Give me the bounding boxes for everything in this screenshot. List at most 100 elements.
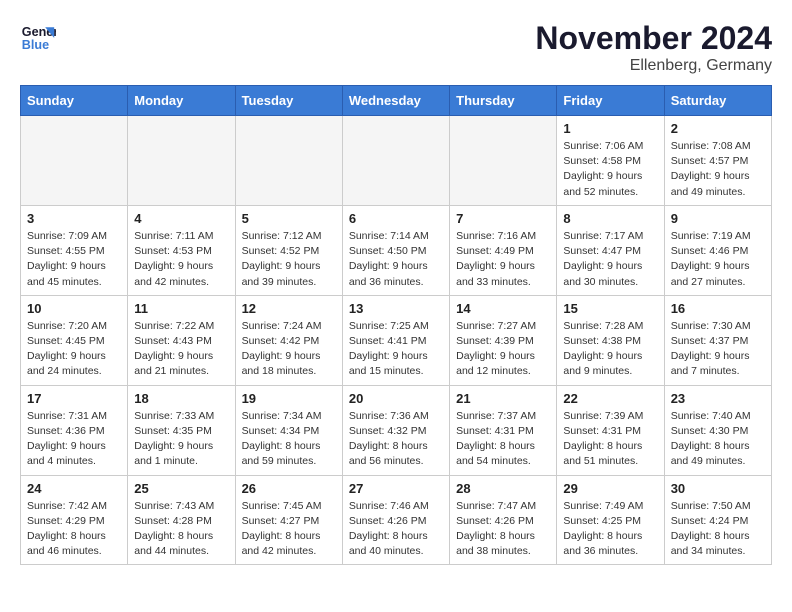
day-info: Sunrise: 7:14 AMSunset: 4:50 PMDaylight:… (349, 229, 443, 290)
day-info: Sunrise: 7:22 AMSunset: 4:43 PMDaylight:… (134, 319, 228, 380)
calendar-week-row: 1 Sunrise: 7:06 AMSunset: 4:58 PMDaylight… (21, 116, 772, 206)
day-info: Sunrise: 7:33 AMSunset: 4:35 PMDaylight:… (134, 409, 228, 470)
day-number: 11 (134, 301, 228, 316)
day-number: 27 (349, 481, 443, 496)
day-number: 9 (671, 211, 765, 226)
calendar-day-cell: 19Sunrise: 7:34 AMSunset: 4:34 PMDayligh… (235, 385, 342, 475)
day-number: 18 (134, 391, 228, 406)
location: Ellenberg, Germany (535, 57, 772, 75)
day-number: 26 (242, 481, 336, 496)
day-info: Sunrise: 7:46 AMSunset: 4:26 PMDaylight:… (349, 499, 443, 560)
weekday-header-cell: Wednesday (342, 86, 449, 116)
day-number: 1 (563, 121, 657, 136)
calendar-day-cell: 12 Sunrise: 7:24 AMSunset: 4:42 PMDayligh… (235, 295, 342, 385)
day-number: 16 (671, 301, 765, 316)
calendar-week-row: 17Sunrise: 7:31 AMSunset: 4:36 PMDayligh… (21, 385, 772, 475)
calendar-day-cell: 6 Sunrise: 7:14 AMSunset: 4:50 PMDaylight… (342, 205, 449, 295)
calendar-day-cell: 23 Sunrise: 7:40 AMSunset: 4:30 PMDayligh… (664, 385, 771, 475)
calendar-day-cell: 26 Sunrise: 7:45 AMSunset: 4:27 PMDayligh… (235, 475, 342, 565)
day-info: Sunrise: 7:27 AMSunset: 4:39 PMDaylight:… (456, 319, 550, 380)
logo-icon: General Blue (20, 20, 56, 56)
day-info: Sunrise: 7:12 AMSunset: 4:52 PMDaylight:… (242, 229, 336, 290)
day-number: 23 (671, 391, 765, 406)
day-number: 5 (242, 211, 336, 226)
day-number: 25 (134, 481, 228, 496)
day-number: 3 (27, 211, 121, 226)
calendar-day-cell: 24Sunrise: 7:42 AMSunset: 4:29 PMDayligh… (21, 475, 128, 565)
calendar-day-cell: 5 Sunrise: 7:12 AMSunset: 4:52 PMDaylight… (235, 205, 342, 295)
day-info: Sunrise: 7:28 AMSunset: 4:38 PMDaylight:… (563, 319, 657, 380)
day-number: 2 (671, 121, 765, 136)
day-info: Sunrise: 7:34 AMSunset: 4:34 PMDaylight:… (242, 409, 336, 470)
day-info: Sunrise: 7:09 AMSunset: 4:55 PMDaylight:… (27, 229, 121, 290)
title-area: November 2024 Ellenberg, Germany (535, 20, 772, 75)
calendar-day-cell (450, 116, 557, 206)
logo: General Blue (20, 20, 56, 56)
day-number: 15 (563, 301, 657, 316)
day-number: 28 (456, 481, 550, 496)
day-number: 24 (27, 481, 121, 496)
day-info: Sunrise: 7:20 AMSunset: 4:45 PMDaylight:… (27, 319, 121, 380)
day-info: Sunrise: 7:43 AMSunset: 4:28 PMDaylight:… (134, 499, 228, 560)
day-info: Sunrise: 7:50 AMSunset: 4:24 PMDaylight:… (671, 499, 765, 560)
calendar-day-cell: 11 Sunrise: 7:22 AMSunset: 4:43 PMDayligh… (128, 295, 235, 385)
weekday-header-cell: Tuesday (235, 86, 342, 116)
day-info: Sunrise: 7:06 AMSunset: 4:58 PMDaylight:… (563, 139, 657, 200)
calendar-day-cell: 29Sunrise: 7:49 AMSunset: 4:25 PMDayligh… (557, 475, 664, 565)
calendar-day-cell: 13 Sunrise: 7:25 AMSunset: 4:41 PMDayligh… (342, 295, 449, 385)
weekday-header-cell: Sunday (21, 86, 128, 116)
day-number: 17 (27, 391, 121, 406)
day-info: Sunrise: 7:08 AMSunset: 4:57 PMDaylight:… (671, 139, 765, 200)
calendar-day-cell: 22Sunrise: 7:39 AMSunset: 4:31 PMDayligh… (557, 385, 664, 475)
page-header: General Blue November 2024 Ellenberg, Ge… (20, 20, 772, 75)
calendar-day-cell (342, 116, 449, 206)
day-number: 7 (456, 211, 550, 226)
day-number: 30 (671, 481, 765, 496)
calendar-day-cell: 8 Sunrise: 7:17 AMSunset: 4:47 PMDaylight… (557, 205, 664, 295)
calendar-day-cell: 7 Sunrise: 7:16 AMSunset: 4:49 PMDaylight… (450, 205, 557, 295)
calendar-week-row: 10Sunrise: 7:20 AMSunset: 4:45 PMDayligh… (21, 295, 772, 385)
day-number: 4 (134, 211, 228, 226)
weekday-header-cell: Thursday (450, 86, 557, 116)
calendar-day-cell: 15 Sunrise: 7:28 AMSunset: 4:38 PMDayligh… (557, 295, 664, 385)
day-info: Sunrise: 7:24 AMSunset: 4:42 PMDaylight:… (242, 319, 336, 380)
day-info: Sunrise: 7:19 AMSunset: 4:46 PMDaylight:… (671, 229, 765, 290)
calendar-day-cell: 17Sunrise: 7:31 AMSunset: 4:36 PMDayligh… (21, 385, 128, 475)
day-number: 12 (242, 301, 336, 316)
day-info: Sunrise: 7:25 AMSunset: 4:41 PMDaylight:… (349, 319, 443, 380)
calendar-body: 1 Sunrise: 7:06 AMSunset: 4:58 PMDaylight… (21, 116, 772, 565)
day-info: Sunrise: 7:45 AMSunset: 4:27 PMDaylight:… (242, 499, 336, 560)
day-number: 8 (563, 211, 657, 226)
svg-text:Blue: Blue (22, 38, 49, 52)
calendar-day-cell: 20 Sunrise: 7:36 AMSunset: 4:32 PMDayligh… (342, 385, 449, 475)
calendar-day-cell: 21Sunrise: 7:37 AMSunset: 4:31 PMDayligh… (450, 385, 557, 475)
calendar-day-cell: 28 Sunrise: 7:47 AMSunset: 4:26 PMDayligh… (450, 475, 557, 565)
day-number: 20 (349, 391, 443, 406)
day-info: Sunrise: 7:16 AMSunset: 4:49 PMDaylight:… (456, 229, 550, 290)
day-info: Sunrise: 7:30 AMSunset: 4:37 PMDaylight:… (671, 319, 765, 380)
calendar-day-cell: 9 Sunrise: 7:19 AMSunset: 4:46 PMDaylight… (664, 205, 771, 295)
calendar-day-cell: 2 Sunrise: 7:08 AMSunset: 4:57 PMDaylight… (664, 116, 771, 206)
weekday-header-cell: Monday (128, 86, 235, 116)
weekday-header-cell: Friday (557, 86, 664, 116)
calendar-week-row: 3 Sunrise: 7:09 AMSunset: 4:55 PMDaylight… (21, 205, 772, 295)
day-number: 13 (349, 301, 443, 316)
day-info: Sunrise: 7:47 AMSunset: 4:26 PMDaylight:… (456, 499, 550, 560)
calendar-day-cell: 18 Sunrise: 7:33 AMSunset: 4:35 PMDayligh… (128, 385, 235, 475)
calendar-day-cell (235, 116, 342, 206)
day-number: 6 (349, 211, 443, 226)
calendar-day-cell: 10Sunrise: 7:20 AMSunset: 4:45 PMDayligh… (21, 295, 128, 385)
calendar-day-cell: 1 Sunrise: 7:06 AMSunset: 4:58 PMDaylight… (557, 116, 664, 206)
calendar-day-cell: 16 Sunrise: 7:30 AMSunset: 4:37 PMDayligh… (664, 295, 771, 385)
calendar-day-cell: 25 Sunrise: 7:43 AMSunset: 4:28 PMDayligh… (128, 475, 235, 565)
calendar-day-cell: 3 Sunrise: 7:09 AMSunset: 4:55 PMDaylight… (21, 205, 128, 295)
calendar-day-cell: 14Sunrise: 7:27 AMSunset: 4:39 PMDayligh… (450, 295, 557, 385)
day-info: Sunrise: 7:36 AMSunset: 4:32 PMDaylight:… (349, 409, 443, 470)
day-info: Sunrise: 7:40 AMSunset: 4:30 PMDaylight:… (671, 409, 765, 470)
calendar-day-cell (21, 116, 128, 206)
day-number: 21 (456, 391, 550, 406)
day-info: Sunrise: 7:49 AMSunset: 4:25 PMDaylight:… (563, 499, 657, 560)
calendar-day-cell: 4Sunrise: 7:11 AMSunset: 4:53 PMDaylight… (128, 205, 235, 295)
weekday-header-cell: Saturday (664, 86, 771, 116)
day-info: Sunrise: 7:17 AMSunset: 4:47 PMDaylight:… (563, 229, 657, 290)
